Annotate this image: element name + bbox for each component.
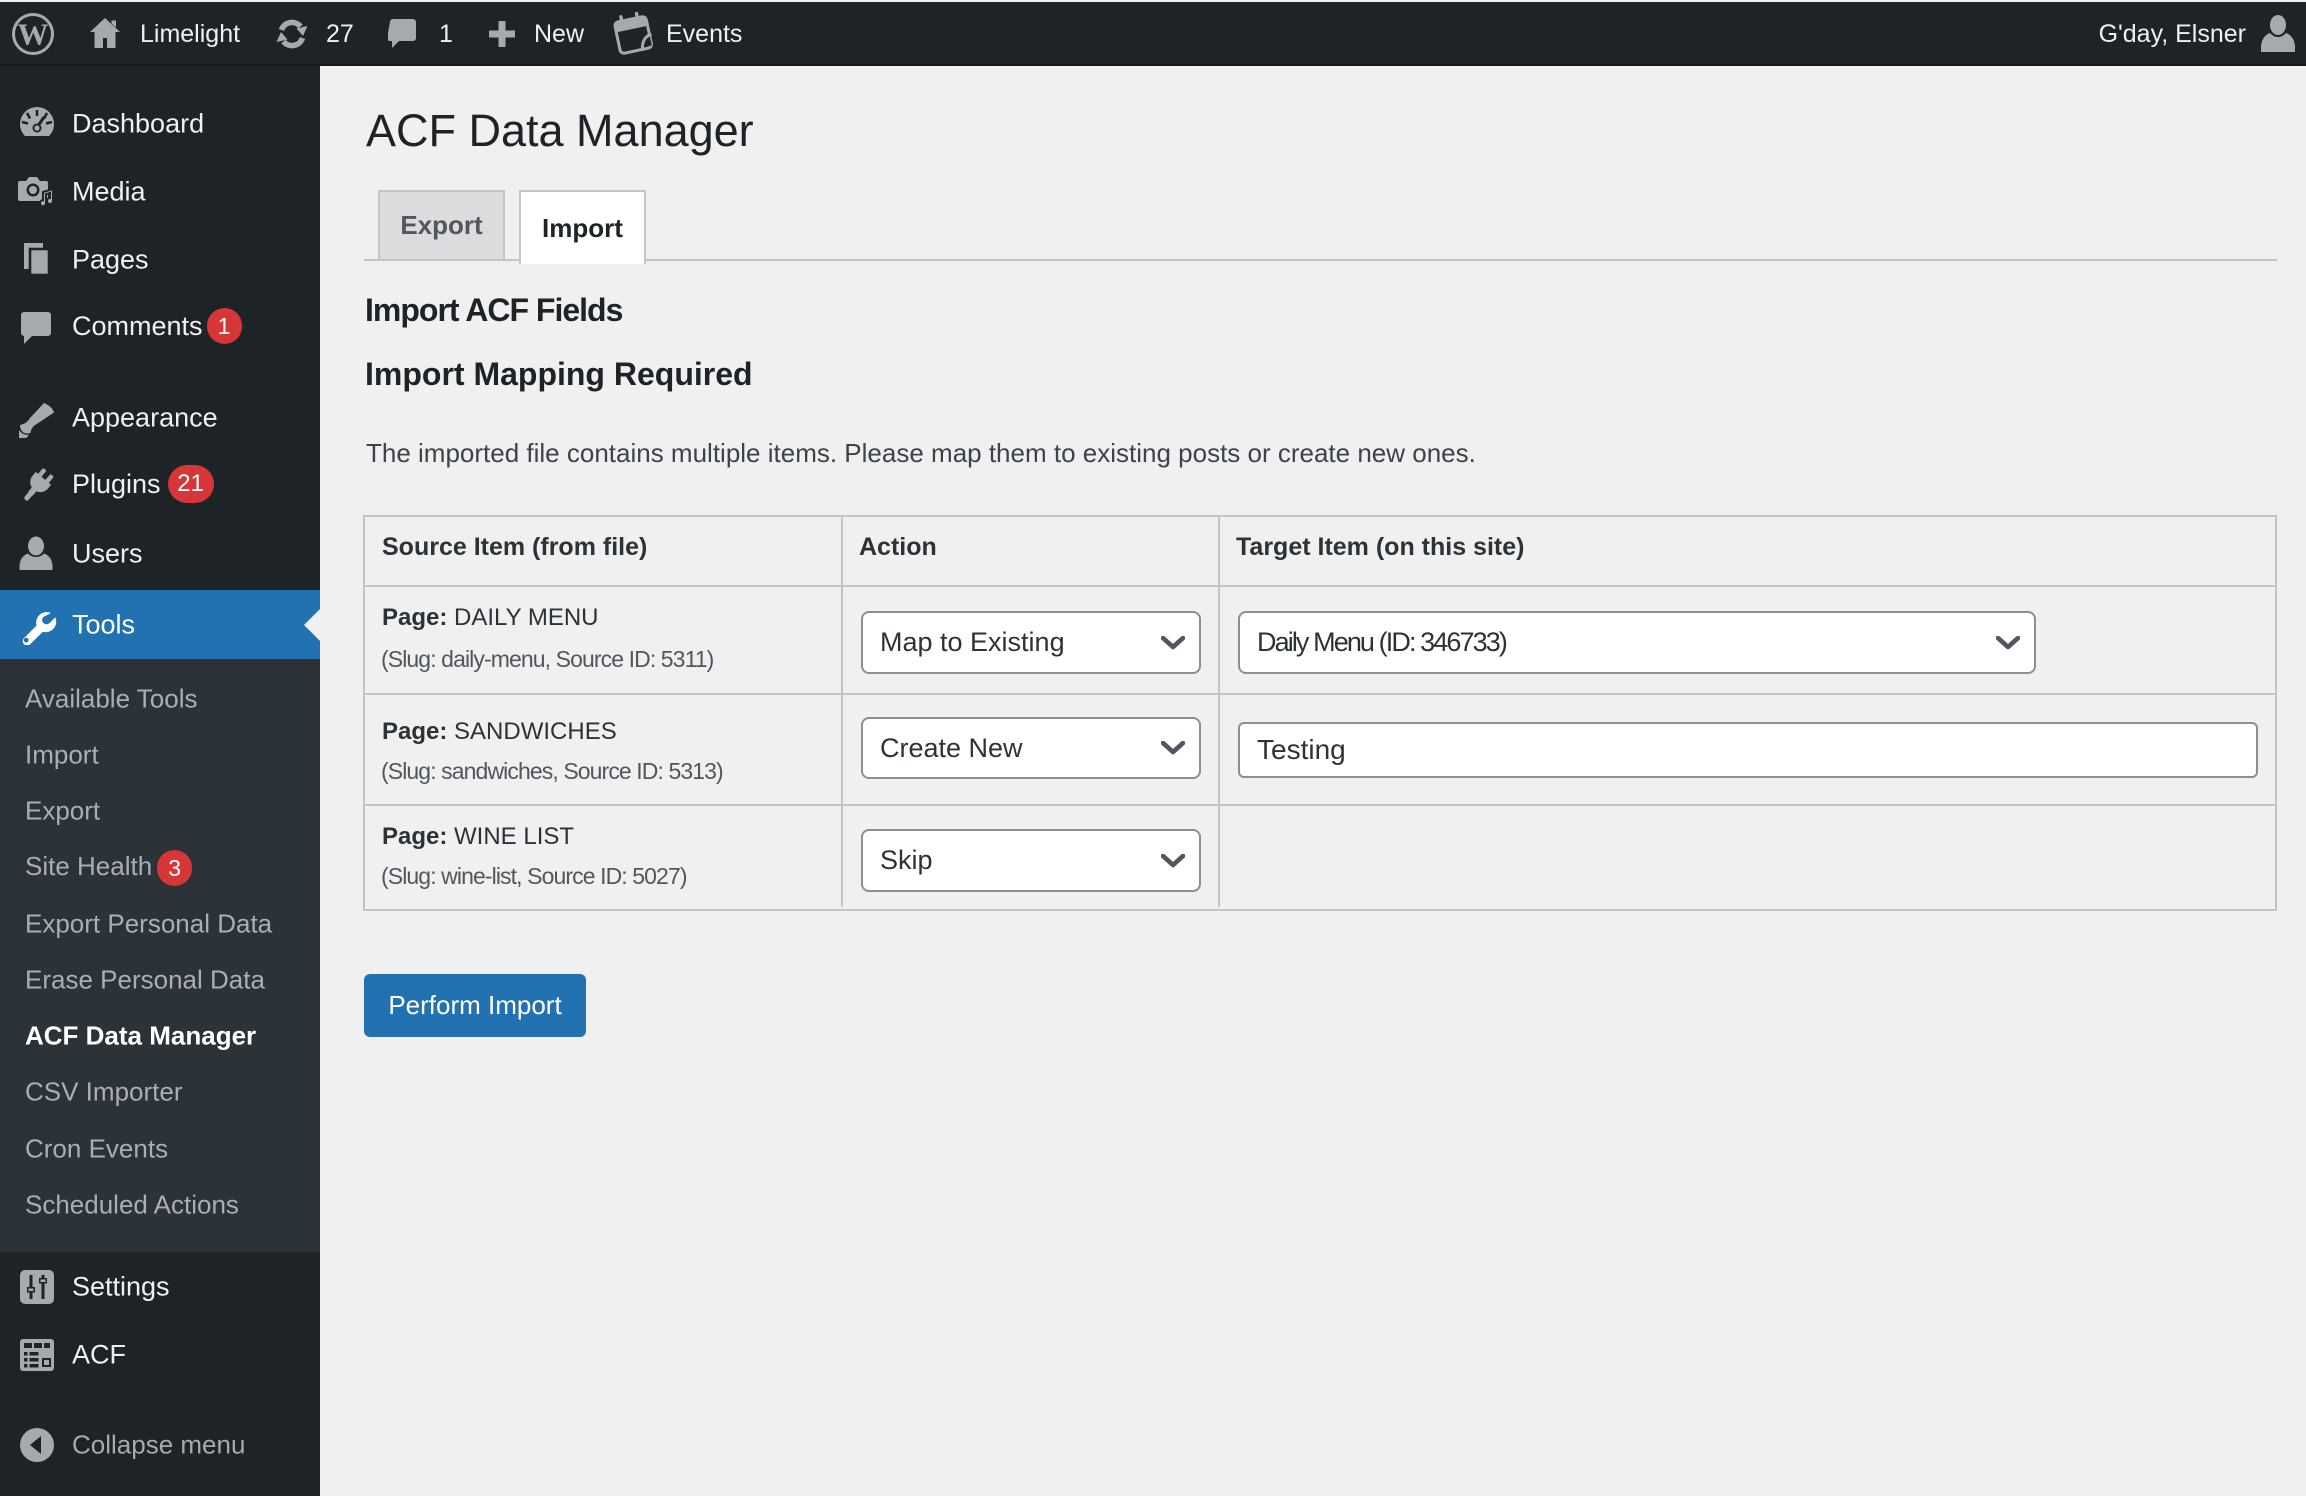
svg-text:W: W <box>18 17 49 52</box>
